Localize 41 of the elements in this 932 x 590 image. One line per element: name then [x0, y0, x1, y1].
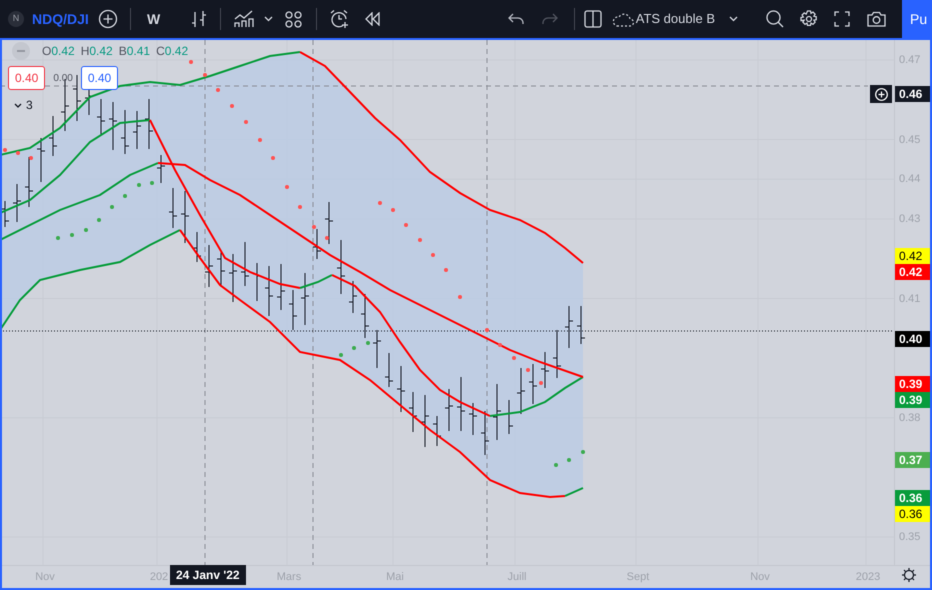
chevron-down-icon	[729, 16, 738, 22]
publish-button[interactable]: Pu	[902, 0, 932, 38]
price-label: 0.37	[895, 452, 930, 468]
price-label: 0.42	[895, 248, 930, 264]
interval-button[interactable]: W	[147, 8, 167, 30]
alarm-clock-icon[interactable]	[329, 9, 349, 29]
templates-grid-icon[interactable]	[285, 10, 302, 28]
ohlc-value: H0.42	[80, 43, 113, 60]
add-circle-icon[interactable]	[98, 9, 118, 29]
price-label: 0.36	[895, 506, 930, 522]
undo-icon[interactable]	[508, 13, 524, 25]
order-price-button[interactable]: 0.40	[8, 66, 46, 90]
indicators-icon[interactable]	[234, 10, 254, 28]
layout-name-button[interactable]: ATS double B	[612, 9, 738, 29]
replay-icon[interactable]	[364, 12, 380, 26]
cloud-icon	[612, 11, 634, 27]
ohlc-value: C0.42	[156, 43, 188, 60]
ohlc-value: B0.41	[118, 43, 150, 60]
price-label: 0.39	[895, 376, 930, 392]
price-label: 0.46	[895, 86, 930, 102]
price-label: 0.36	[895, 490, 930, 506]
chevron-down-icon	[14, 102, 22, 108]
layout-split-icon[interactable]	[584, 10, 602, 28]
symbol-avatar[interactable]: N	[8, 11, 24, 27]
price-label: 0.40	[895, 331, 930, 347]
bar-chart-type-icon[interactable]	[191, 9, 207, 29]
add-level-button[interactable]	[870, 85, 892, 103]
camera-icon[interactable]	[867, 11, 886, 27]
crosshair-date-label: 24 Janv '22	[170, 565, 246, 585]
search-icon[interactable]	[766, 10, 784, 28]
indicators-toggle[interactable]: 3	[14, 96, 33, 114]
price-label: 0.39	[895, 392, 930, 408]
chevron-down-icon[interactable]	[264, 16, 273, 22]
price-label: 0.42	[895, 264, 930, 280]
symbol-name[interactable]: NDQ/DJI	[32, 8, 89, 30]
settings-icon[interactable]	[901, 567, 917, 583]
order-price-button[interactable]: 0.40	[80, 66, 118, 90]
fullscreen-icon[interactable]	[834, 11, 850, 27]
ohlc-value: O0.42	[42, 43, 75, 60]
layout-name: ATS double B	[636, 10, 715, 28]
spread-value: 0.00	[52, 72, 74, 86]
